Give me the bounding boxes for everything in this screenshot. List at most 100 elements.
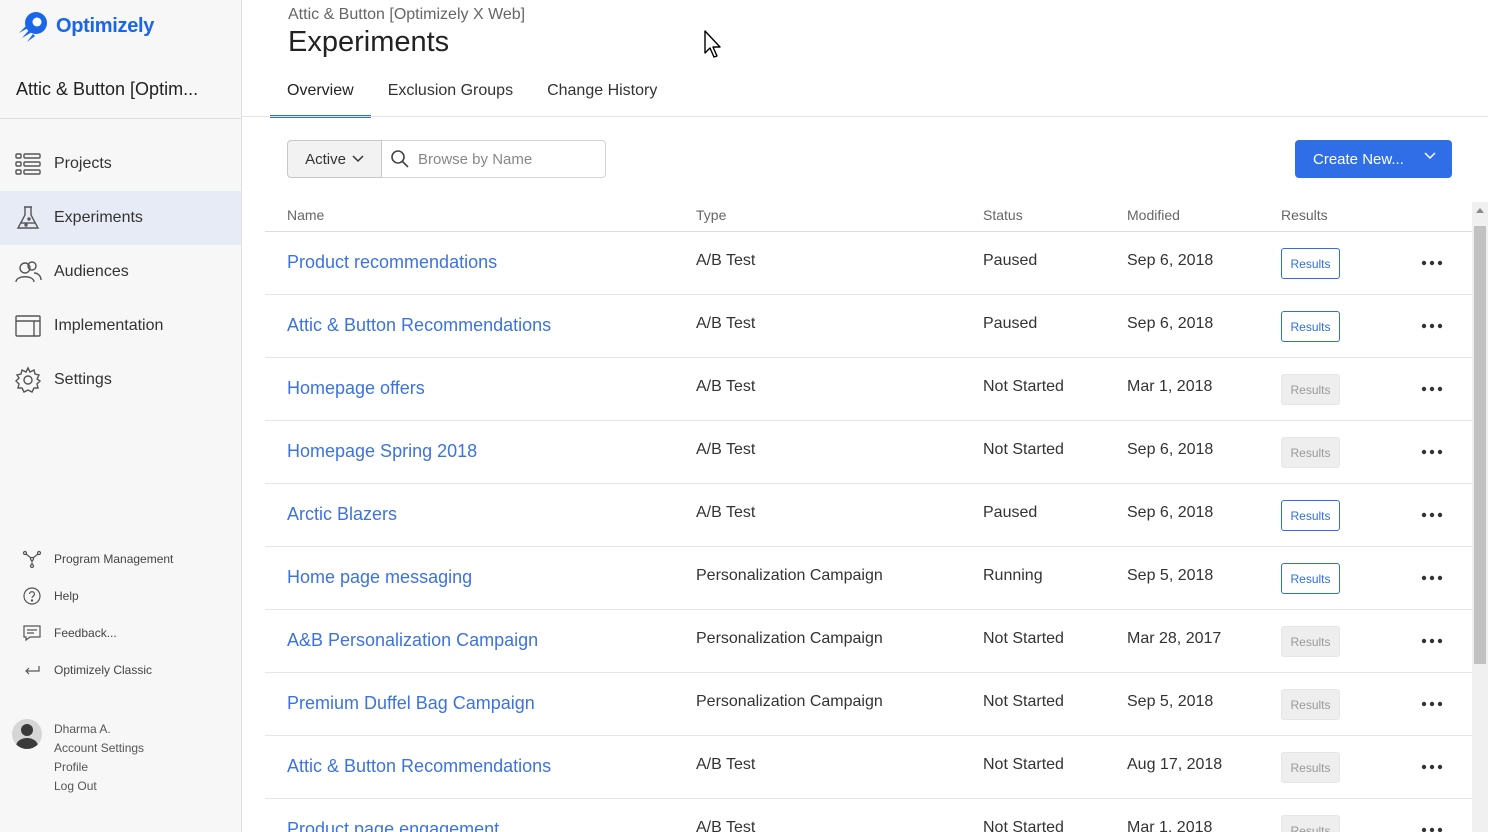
experiment-type: A/B Test: [696, 441, 756, 458]
more-options-icon[interactable]: [1421, 260, 1443, 266]
optimizely-classic-label: Optimizely Classic: [54, 662, 153, 677]
more-options-icon[interactable]: [1421, 827, 1443, 832]
program-management-link[interactable]: Program Management: [22, 540, 232, 577]
experiment-name-link[interactable]: Arctic Blazers: [287, 504, 397, 525]
create-new-button[interactable]: Create New...: [1295, 140, 1452, 178]
sidebar-item-experiments[interactable]: Experiments: [0, 191, 241, 245]
experiment-name-link[interactable]: Homepage Spring 2018: [287, 441, 477, 462]
audiences-icon: [15, 261, 42, 283]
experiment-status: Running: [983, 567, 1043, 584]
profile-link[interactable]: Profile: [54, 759, 144, 775]
user-menu: Dharma A. Account Settings Profile Log O…: [12, 719, 144, 794]
table-row: Premium Duffel Bag Campaign Personalizati…: [265, 673, 1475, 736]
experiment-type: A/B Test: [696, 756, 756, 773]
more-options-icon[interactable]: [1421, 512, 1443, 518]
scrollbar-thumb[interactable]: [1474, 226, 1486, 664]
column-header-modified[interactable]: Modified: [1127, 207, 1180, 223]
page-title: Experiments: [288, 26, 450, 58]
filter-bar: Active: [287, 140, 606, 178]
optimizely-classic-link[interactable]: Optimizely Classic: [22, 651, 232, 688]
avatar[interactable]: [12, 719, 42, 749]
main-content: Attic & Button [Optimizely X Web] Experi…: [242, 0, 1488, 832]
more-options-icon[interactable]: [1421, 764, 1443, 770]
more-options-icon[interactable]: [1421, 701, 1443, 707]
tabs-divider: [242, 116, 1488, 117]
column-header-name[interactable]: Name: [287, 207, 324, 223]
program-management-icon: [22, 550, 42, 568]
sidebar-item-settings[interactable]: Settings: [0, 353, 241, 407]
search-icon: [391, 150, 409, 168]
sidebar-item-label: Settings: [54, 371, 112, 388]
rocket-logo-icon: [19, 12, 47, 42]
status-filter-dropdown[interactable]: Active: [287, 140, 382, 178]
optimizely-logo[interactable]: Optimizely: [16, 8, 154, 44]
breadcrumb[interactable]: Attic & Button [Optimizely X Web]: [288, 6, 525, 24]
experiment-name-link[interactable]: Product recommendations: [287, 252, 497, 273]
feedback-link[interactable]: Feedback...: [22, 614, 232, 651]
results-button[interactable]: Results: [1281, 374, 1340, 405]
vertical-scrollbar[interactable]: [1472, 202, 1488, 832]
results-button[interactable]: Results: [1281, 815, 1340, 832]
results-button[interactable]: Results: [1281, 626, 1340, 657]
experiment-type: A/B Test: [696, 252, 756, 269]
more-options-icon[interactable]: [1421, 449, 1443, 455]
experiment-name-link[interactable]: Premium Duffel Bag Campaign: [287, 693, 535, 714]
tab-bar: Overview Exclusion Groups Change History: [270, 72, 674, 118]
experiment-name-link[interactable]: Attic & Button Recommendations: [287, 756, 551, 777]
sidebar-item-audiences[interactable]: Audiences: [0, 245, 241, 299]
experiment-status: Not Started: [983, 756, 1064, 773]
experiment-modified-date: Mar 1, 2018: [1127, 378, 1213, 395]
experiment-status: Not Started: [983, 693, 1064, 710]
experiment-modified-date: Aug 17, 2018: [1127, 756, 1223, 773]
search-input[interactable]: [418, 150, 598, 168]
project-switcher[interactable]: Attic & Button [Optim...: [16, 79, 198, 100]
sidebar-item-implementation[interactable]: Implementation: [0, 299, 241, 353]
results-button[interactable]: Results: [1281, 752, 1340, 783]
more-options-icon[interactable]: [1421, 323, 1443, 329]
sidebar-item-projects[interactable]: Projects: [0, 137, 241, 191]
mouse-cursor-icon: [704, 30, 721, 58]
table-row: A&B Personalization Campaign Personalizat…: [265, 610, 1475, 673]
search-box: [382, 140, 606, 178]
experiment-name-link[interactable]: Home page messaging: [287, 567, 472, 588]
results-button[interactable]: Results: [1281, 437, 1340, 468]
experiment-name-link[interactable]: A&B Personalization Campaign: [287, 630, 538, 651]
experiment-status: Not Started: [983, 378, 1064, 395]
tab-exclusion-groups[interactable]: Exclusion Groups: [371, 72, 530, 118]
experiment-type: Personalization Campaign: [696, 693, 883, 710]
column-header-type[interactable]: Type: [696, 207, 726, 223]
table-header: Name Type Status Modified Results: [265, 200, 1475, 232]
tab-change-history[interactable]: Change History: [530, 72, 674, 118]
results-button[interactable]: Results: [1281, 563, 1340, 594]
results-button[interactable]: Results: [1281, 500, 1340, 531]
more-options-icon[interactable]: [1421, 386, 1443, 392]
results-button[interactable]: Results: [1281, 689, 1340, 720]
sidebar-item-label: Projects: [54, 155, 112, 172]
experiment-modified-date: Sep 6, 2018: [1127, 504, 1214, 521]
experiment-name-link[interactable]: Attic & Button Recommendations: [287, 315, 551, 336]
experiment-name-link[interactable]: Homepage offers: [287, 378, 425, 399]
more-options-icon[interactable]: [1421, 638, 1443, 644]
log-out-link[interactable]: Log Out: [54, 778, 144, 794]
gear-icon: [15, 366, 42, 393]
experiment-status: Paused: [983, 315, 1038, 332]
experiment-status: Not Started: [983, 630, 1064, 647]
results-button[interactable]: Results: [1281, 311, 1340, 342]
more-options-icon[interactable]: [1421, 575, 1443, 581]
help-link[interactable]: Help: [22, 577, 232, 614]
user-name: Dharma A.: [54, 722, 111, 736]
tab-overview[interactable]: Overview: [270, 72, 371, 118]
column-header-status[interactable]: Status: [983, 207, 1023, 223]
chevron-down-icon: [352, 155, 364, 163]
experiment-status: Paused: [983, 504, 1038, 521]
experiments-table: Name Type Status Modified Results Produc…: [265, 200, 1475, 832]
scroll-up-arrow-icon[interactable]: [1476, 208, 1484, 213]
table-row: Homepage offers A/B Test Not Started Mar 1,…: [265, 358, 1475, 421]
experiment-modified-date: Sep 6, 2018: [1127, 252, 1214, 269]
sidebar: Optimizely Attic & Button [Optim... Proj…: [0, 0, 242, 832]
program-management-label: Program Management: [54, 551, 174, 566]
account-settings-link[interactable]: Account Settings: [54, 740, 144, 756]
experiment-type: Personalization Campaign: [696, 630, 883, 647]
results-button[interactable]: Results: [1281, 248, 1340, 279]
experiment-name-link[interactable]: Product page engagement: [287, 819, 499, 832]
